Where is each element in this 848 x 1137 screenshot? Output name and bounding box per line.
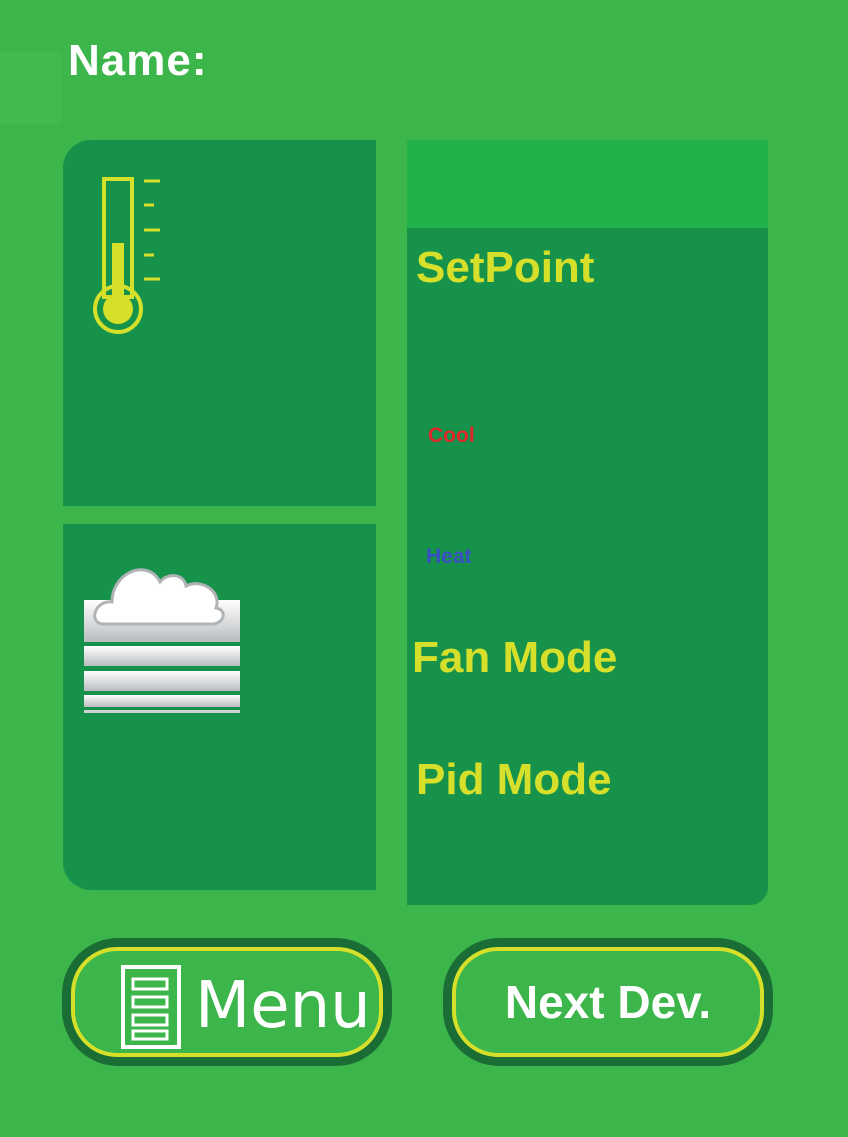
pid-mode-label: Pid Mode <box>416 755 612 804</box>
menu-button-face[interactable]: Menu <box>71 947 383 1057</box>
heat-label: Heat <box>426 545 472 568</box>
setpoint-label: SetPoint <box>416 243 595 292</box>
next-device-button-label: Next Dev. <box>504 976 712 1028</box>
device-name-label: Name: <box>68 36 208 85</box>
menu-list-icon <box>121 965 181 1054</box>
next-device-button[interactable]: Next Dev. <box>443 938 773 1066</box>
next-device-button-face[interactable]: Next Dev. <box>452 947 764 1057</box>
header-band <box>0 52 62 124</box>
menu-button[interactable]: Menu <box>62 938 392 1066</box>
thermostat-screen: Name: SetPoint Cool Heat Fan Mode Pid Mo… <box>0 0 848 1137</box>
cool-label: Cool <box>428 424 475 447</box>
temperature-display-area <box>407 140 768 228</box>
thermometer-icon <box>92 175 172 345</box>
menu-button-label: Menu <box>195 969 371 1043</box>
cloud-fog-icon <box>82 548 242 723</box>
fan-mode-label: Fan Mode <box>412 633 618 682</box>
